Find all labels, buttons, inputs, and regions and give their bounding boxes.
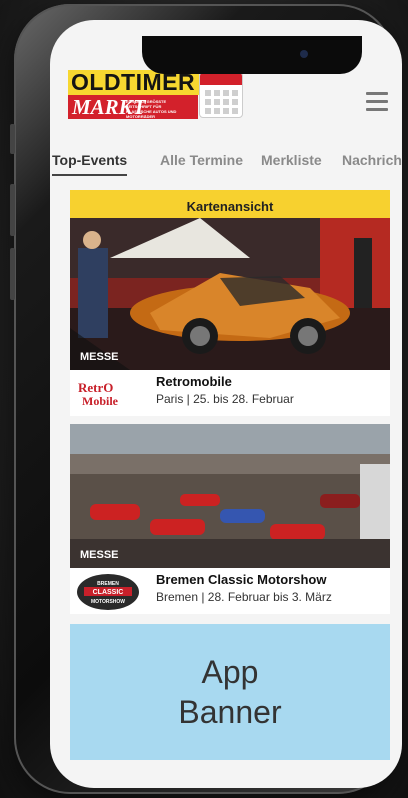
logo-text-motorshow: MOTORSHOW [91, 599, 125, 605]
phone-frame: OLDTIMER MARKT EUROPAS GRÖSSTE ZEITSCHRI… [10, 4, 402, 794]
tab-merkliste[interactable]: Merkliste [261, 152, 322, 168]
event-title: Retromobile [156, 374, 232, 389]
mute-switch [10, 124, 15, 154]
event-info-bremen[interactable]: BREMEN CLASSIC MOTORSHOW Bremen Classic … [70, 568, 390, 614]
calendar-icon [199, 72, 243, 118]
notch [142, 36, 362, 74]
hall-photo [70, 424, 390, 568]
phone-screen: OLDTIMER MARKT EUROPAS GRÖSSTE ZEITSCHRI… [50, 20, 402, 788]
app-banner[interactable]: App Banner [70, 624, 390, 760]
svg-text:RetrO: RetrO [78, 380, 113, 395]
banner-line-1: App [201, 654, 259, 690]
event-title: Bremen Classic Motorshow [156, 572, 327, 587]
svg-text:Mobile: Mobile [82, 394, 119, 408]
event-badge: MESSE [80, 549, 119, 561]
tab-top-events[interactable]: Top-Events [52, 152, 128, 176]
hamburger-menu-icon[interactable] [366, 92, 388, 111]
logo-text-classic: CLASSIC [93, 589, 124, 596]
bremen-classic-logo: BREMEN CLASSIC MOTORSHOW [76, 573, 139, 611]
logo-tagline: EUROPAS GRÖSSTE ZEITSCHRIFT FÜR KLASSISC… [126, 99, 177, 119]
event-info-retromobile[interactable]: RetrO Mobile Retromobile Paris | 25. bis… [70, 370, 390, 416]
retromobile-logo: RetrO Mobile [76, 378, 136, 410]
event-subtitle: Paris | 25. bis 28. Februar [156, 392, 294, 406]
volume-up-button [10, 184, 15, 236]
logo-text-bremen: BREMEN [97, 581, 119, 587]
tab-alle-termine[interactable]: Alle Termine [160, 152, 243, 168]
event-subtitle: Bremen | 28. Februar bis 3. März [156, 590, 332, 604]
event-image-bremen[interactable]: MESSE [70, 424, 390, 568]
tab-nachrichten[interactable]: Nachrichten [342, 152, 402, 168]
camera-icon [300, 50, 308, 58]
tab-bar: Top-Events Alle Termine Merkliste Nachri… [50, 144, 402, 176]
event-badge: MESSE [80, 351, 119, 363]
logo-text-bottom: MARKT EUROPAS GRÖSSTE ZEITSCHRIFT FÜR KL… [68, 95, 198, 119]
car-photo [70, 218, 390, 370]
banner-line-2: Banner [178, 694, 282, 730]
event-image-retromobile[interactable]: MESSE [70, 218, 390, 370]
volume-down-button [10, 248, 15, 300]
app-logo[interactable]: OLDTIMER MARKT EUROPAS GRÖSSTE ZEITSCHRI… [68, 70, 243, 126]
